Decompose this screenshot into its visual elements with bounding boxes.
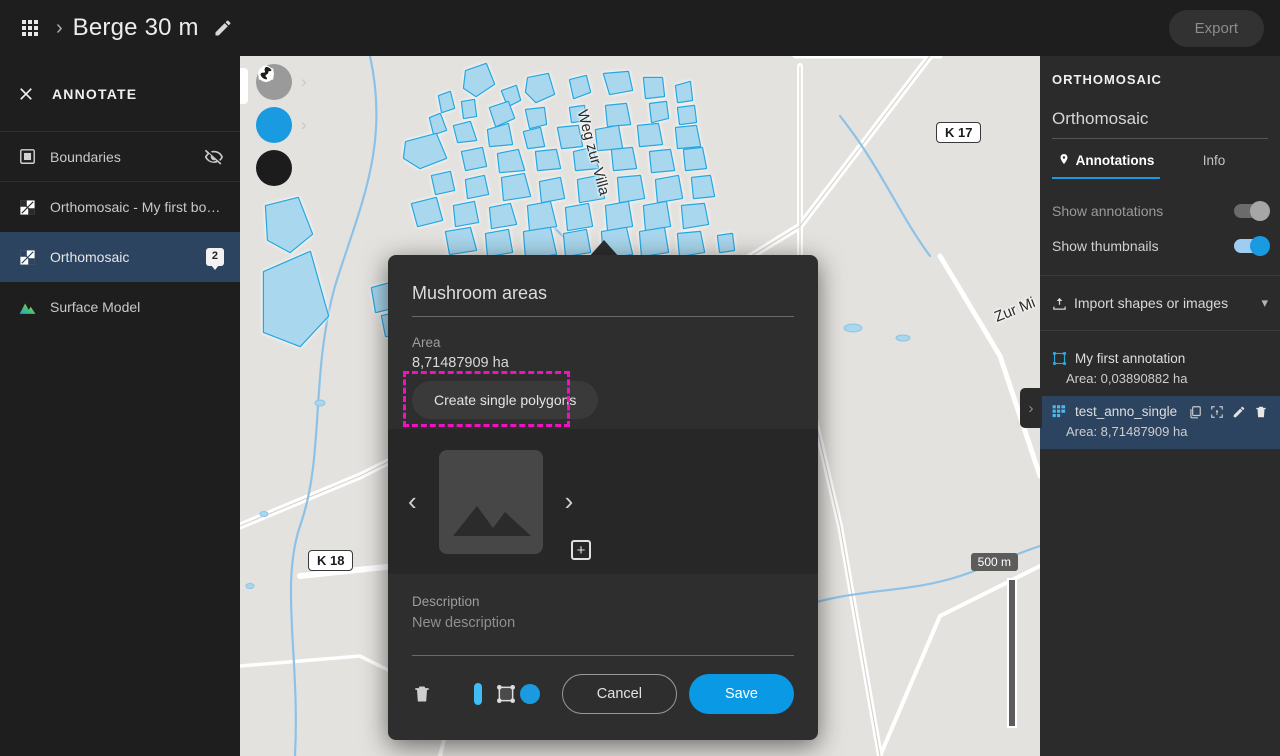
- sidebar-item-orthomosaic-boundary[interactable]: Orthomosaic - My first boundary: [0, 182, 240, 232]
- thumbnail-carousel: ‹ › +: [388, 429, 818, 574]
- grid-apps-icon[interactable]: [22, 20, 38, 36]
- cancel-button[interactable]: Cancel: [561, 674, 677, 714]
- chevron-down-icon[interactable]: ▾: [1261, 295, 1268, 311]
- description-input[interactable]: New description: [412, 615, 794, 656]
- sidebar-item-label: Surface Model: [50, 299, 141, 315]
- upload-icon: [1052, 296, 1067, 311]
- create-single-polygons-button[interactable]: Create single polygons: [412, 381, 599, 419]
- import-label: Import shapes or images: [1074, 295, 1229, 311]
- tab-info[interactable]: Info: [1160, 153, 1268, 179]
- map-edge-handle[interactable]: [240, 68, 248, 104]
- export-button[interactable]: Export: [1168, 9, 1264, 47]
- sidebar-item-label: Orthomosaic - My first boundary: [50, 199, 224, 215]
- close-icon[interactable]: [16, 84, 36, 104]
- globe-icon[interactable]: [256, 66, 292, 186]
- list-item[interactable]: test_anno_single Area: 8,71487909 ha: [1040, 396, 1280, 449]
- area-label: Area: [412, 335, 441, 350]
- pencil-icon[interactable]: [213, 18, 233, 38]
- plus-box-icon[interactable]: +: [571, 540, 591, 560]
- tab-label: Info: [1202, 153, 1226, 168]
- color-swatch[interactable]: [474, 683, 482, 705]
- list-item[interactable]: My first annotation Area: 0,03890882 ha: [1040, 343, 1280, 396]
- annotation-detail-modal: Mushroom areas Area 8,71487909 ha Create…: [388, 255, 818, 740]
- show-annotations-row: Show annotations: [1040, 193, 1280, 228]
- road-shield: K 18: [308, 550, 354, 571]
- show-thumbnails-label: Show thumbnails: [1052, 237, 1159, 254]
- layer-name-field[interactable]: Orthomosaic: [1052, 109, 1268, 139]
- sidebar-header: ANNOTATE: [0, 56, 240, 132]
- map-pin-icon: [1058, 153, 1070, 168]
- show-thumbnails-row: Show thumbnails: [1040, 228, 1280, 263]
- orthomosaic-icon: [16, 249, 38, 266]
- panel-tabs: Annotations Info: [1052, 153, 1268, 179]
- map-pin-icon[interactable]: [256, 65, 292, 143]
- polygon-vertices-icon: [1052, 351, 1067, 366]
- zoom-to-icon[interactable]: [1210, 405, 1224, 419]
- sidebar-item-surface-model[interactable]: Surface Model: [0, 282, 240, 332]
- chevron-left-icon[interactable]: ‹: [400, 486, 425, 517]
- sidebar-item-label: Orthomosaic: [50, 249, 130, 265]
- import-shapes-button[interactable]: Import shapes or images ▾: [1040, 288, 1280, 318]
- top-bar: › Berge 30 m Export: [0, 0, 1280, 56]
- tab-annotations[interactable]: Annotations: [1052, 153, 1160, 179]
- sidebar-title: ANNOTATE: [52, 85, 138, 102]
- multi-polygon-icon: [1052, 404, 1067, 419]
- annotation-name: My first annotation: [1075, 351, 1186, 366]
- annotate-sidebar: ANNOTATE Boundaries Orthomosaic - My fir…: [0, 56, 240, 756]
- chevron-right-icon[interactable]: ›: [557, 486, 582, 517]
- show-thumbnails-toggle[interactable]: [1234, 235, 1270, 256]
- annotation-name: test_anno_single: [1075, 404, 1178, 419]
- orthomosaic-icon: [16, 199, 38, 216]
- map-scale-bar: 500 m: [970, 553, 1018, 728]
- modal-footer: Cancel Save: [412, 674, 794, 714]
- trash-icon[interactable]: [412, 684, 432, 704]
- edit-pencil-icon[interactable]: [1232, 405, 1246, 419]
- image-placeholder-icon[interactable]: [438, 449, 543, 554]
- delete-trash-icon[interactable]: [1254, 405, 1268, 419]
- eye-off-icon[interactable]: [204, 147, 224, 167]
- sidebar-item-label: Boundaries: [50, 148, 121, 165]
- breadcrumb-separator: ›: [56, 16, 63, 39]
- annotation-count-badge: 2: [205, 248, 224, 266]
- save-button[interactable]: Save: [688, 674, 794, 714]
- panel-divider: [1040, 330, 1280, 331]
- copy-icon[interactable]: [1188, 405, 1202, 419]
- sidebar-item-orthomosaic[interactable]: Orthomosaic 2: [0, 232, 240, 282]
- panel-collapse-chevron-icon[interactable]: ›: [1020, 388, 1042, 428]
- description-label: Description: [412, 594, 480, 609]
- shape-visibility-toggle[interactable]: [519, 684, 540, 704]
- annotation-area: Area: 8,71487909 ha: [1066, 424, 1188, 439]
- scale-bar-line: [1007, 578, 1017, 728]
- sidebar-item-boundaries[interactable]: Boundaries: [0, 132, 240, 182]
- area-value: 8,71487909 ha: [412, 355, 509, 371]
- show-annotations-label: Show annotations: [1052, 202, 1164, 219]
- orthomosaic-panel: ORTHOMOSAIC Orthomosaic Annotations Info…: [1040, 56, 1280, 756]
- tab-label: Annotations: [1075, 153, 1155, 168]
- annotation-area: Area: 0,03890882 ha: [1066, 371, 1188, 386]
- show-annotations-toggle[interactable]: [1234, 200, 1270, 221]
- panel-divider: [1040, 275, 1280, 276]
- compare-expand-chevron-icon[interactable]: ›: [301, 72, 307, 92]
- page-title: Berge 30 m: [72, 14, 199, 41]
- polygon-vertices-icon[interactable]: [496, 684, 516, 704]
- surface-model-icon: [16, 298, 38, 317]
- annotation-title-field[interactable]: Mushroom areas: [412, 283, 794, 317]
- scale-label: 500 m: [970, 553, 1018, 571]
- boundary-icon: [16, 148, 38, 165]
- road-shield: K 17: [936, 122, 982, 143]
- annotations-expand-chevron-icon[interactable]: ›: [301, 115, 307, 135]
- map-controls: › ›: [256, 64, 307, 193]
- panel-section-title: ORTHOMOSAIC: [1052, 72, 1162, 87]
